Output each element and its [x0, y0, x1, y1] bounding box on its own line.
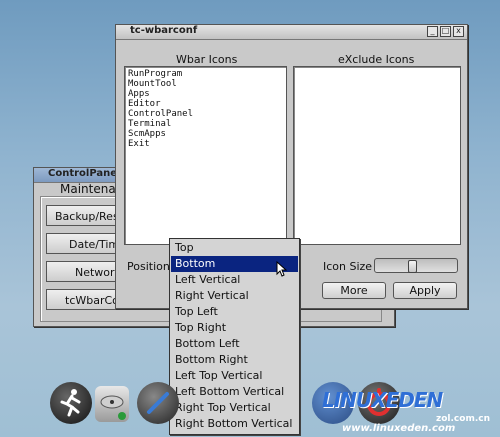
- menu-item-bottom-right[interactable]: Bottom Right: [171, 352, 298, 368]
- menu-item-right-vertical[interactable]: Right Vertical: [171, 288, 298, 304]
- list-item[interactable]: MountTool: [128, 79, 283, 89]
- control-panel-title: ControlPanel: [48, 168, 121, 179]
- list-item[interactable]: Apps: [128, 89, 283, 99]
- wbar-icons-list[interactable]: RunProgram MountTool Apps Editor Control…: [124, 66, 287, 245]
- run-program-icon[interactable]: [50, 382, 92, 424]
- menu-item-top-left[interactable]: Top Left: [171, 304, 298, 320]
- list-item[interactable]: RunProgram: [128, 69, 283, 79]
- exclude-icons-list[interactable]: [293, 66, 461, 245]
- apply-button[interactable]: Apply: [393, 282, 457, 299]
- icon-size-label: Icon Size: [323, 260, 373, 273]
- list-item[interactable]: ScmApps: [128, 129, 283, 139]
- position-label: Position: [127, 260, 170, 273]
- watermark-logo: LINUXEDEN: [322, 388, 443, 412]
- menu-item-top-right[interactable]: Top Right: [171, 320, 298, 336]
- wbar-icons-header: Wbar Icons: [176, 53, 238, 66]
- icon-size-slider-thumb[interactable]: [408, 260, 417, 273]
- menu-item-top[interactable]: Top: [171, 240, 298, 256]
- wbarconf-title: tc-wbarconf: [130, 25, 198, 36]
- menu-item-bottom-left[interactable]: Bottom Left: [171, 336, 298, 352]
- list-item[interactable]: Editor: [128, 99, 283, 109]
- icon-size-slider[interactable]: [374, 258, 458, 273]
- wbarconf-titlebar[interactable]: tc-wbarconf _ □ x: [116, 25, 467, 40]
- mouse-cursor-icon: [276, 261, 288, 277]
- watermark-url: www.linuxeden.com: [342, 423, 456, 434]
- list-item[interactable]: Exit: [128, 139, 283, 149]
- list-item[interactable]: ControlPanel: [128, 109, 283, 119]
- maximize-icon[interactable]: □: [440, 26, 451, 37]
- more-button[interactable]: More: [322, 282, 386, 299]
- exclude-icons-header: eXclude Icons: [338, 53, 415, 66]
- apps-icon[interactable]: [137, 382, 179, 424]
- list-item[interactable]: Terminal: [128, 119, 283, 129]
- control-panel-heading: Maintenan: [60, 182, 124, 196]
- minimize-icon[interactable]: _: [427, 26, 438, 37]
- close-icon[interactable]: x: [453, 26, 464, 37]
- mount-tool-icon[interactable]: [95, 386, 129, 422]
